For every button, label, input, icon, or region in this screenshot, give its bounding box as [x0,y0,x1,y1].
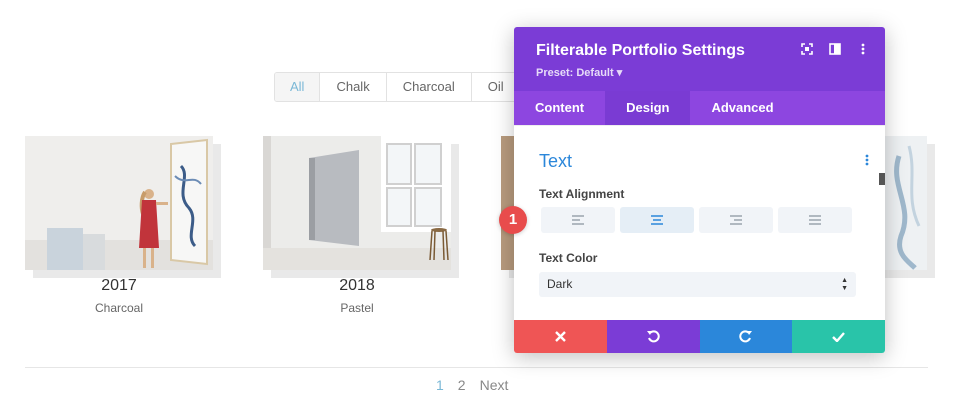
align-right-button[interactable] [699,207,773,233]
expand-icon[interactable] [801,43,813,58]
modal-body: Text Text Alignment Text Color Dark ▲ ▼ [514,125,885,321]
close-icon [555,331,566,342]
undo-icon [646,330,660,343]
modal-tabs: Content Design Advanced [514,91,885,125]
align-justify-icon [809,215,821,225]
page-2-link[interactable]: 2 [458,377,466,393]
modal-header[interactable]: Filterable Portfolio Settings Preset: De… [514,27,885,91]
filter-charcoal[interactable]: Charcoal [387,73,472,101]
filter-all[interactable]: All [275,73,321,101]
modal-footer [514,320,885,353]
redo-button[interactable] [699,320,793,353]
align-justify-button[interactable] [778,207,852,233]
section-options-icon[interactable] [865,154,869,167]
portfolio-image-woman-painting[interactable] [25,136,213,270]
portfolio-image-canvas-room[interactable] [263,136,451,270]
text-alignment-label: Text Alignment [539,187,625,201]
save-button[interactable] [792,320,885,353]
settings-modal: Filterable Portfolio Settings Preset: De… [514,27,885,353]
item-category: Charcoal [94,301,144,315]
tab-content[interactable]: Content [514,91,605,125]
pagination: 1 2 Next [436,377,508,393]
align-center-button[interactable] [620,207,694,233]
align-left-button[interactable] [541,207,615,233]
select-arrows-icon: ▲ ▼ [841,277,848,292]
section-title[interactable]: Text [539,151,572,172]
tab-advanced[interactable]: Advanced [690,91,794,125]
tab-design[interactable]: Design [605,91,691,125]
text-color-value: Dark [547,277,573,291]
item-category: Pastel [340,301,374,315]
text-alignment-control [541,207,852,233]
modal-title: Filterable Portfolio Settings [536,42,745,59]
text-color-label: Text Color [539,251,598,265]
undo-button[interactable] [606,320,700,353]
item-year: 2017 [101,277,137,294]
align-right-icon [730,215,742,225]
modal-header-actions [801,43,869,58]
discard-button[interactable] [514,320,607,353]
preset-selector[interactable]: Preset: Default ▾ [536,66,622,79]
next-page-link[interactable]: Next [480,377,509,393]
scrollbar[interactable] [879,173,885,185]
pagination-divider [25,367,928,368]
portfolio-filter-bar: All Chalk Charcoal Oil [274,72,521,102]
page-1-link[interactable]: 1 [436,377,444,393]
filter-chalk[interactable]: Chalk [320,73,387,101]
redo-icon [739,330,753,343]
align-left-icon [572,215,584,225]
filter-oil[interactable]: Oil [472,73,520,101]
align-center-icon [651,215,663,225]
step-badge: 1 [499,206,527,234]
split-view-icon[interactable] [829,43,841,58]
text-color-select[interactable]: Dark ▲ ▼ [539,272,856,297]
more-options-icon[interactable] [857,43,869,58]
item-year: 2018 [339,277,375,294]
check-icon [832,331,846,342]
